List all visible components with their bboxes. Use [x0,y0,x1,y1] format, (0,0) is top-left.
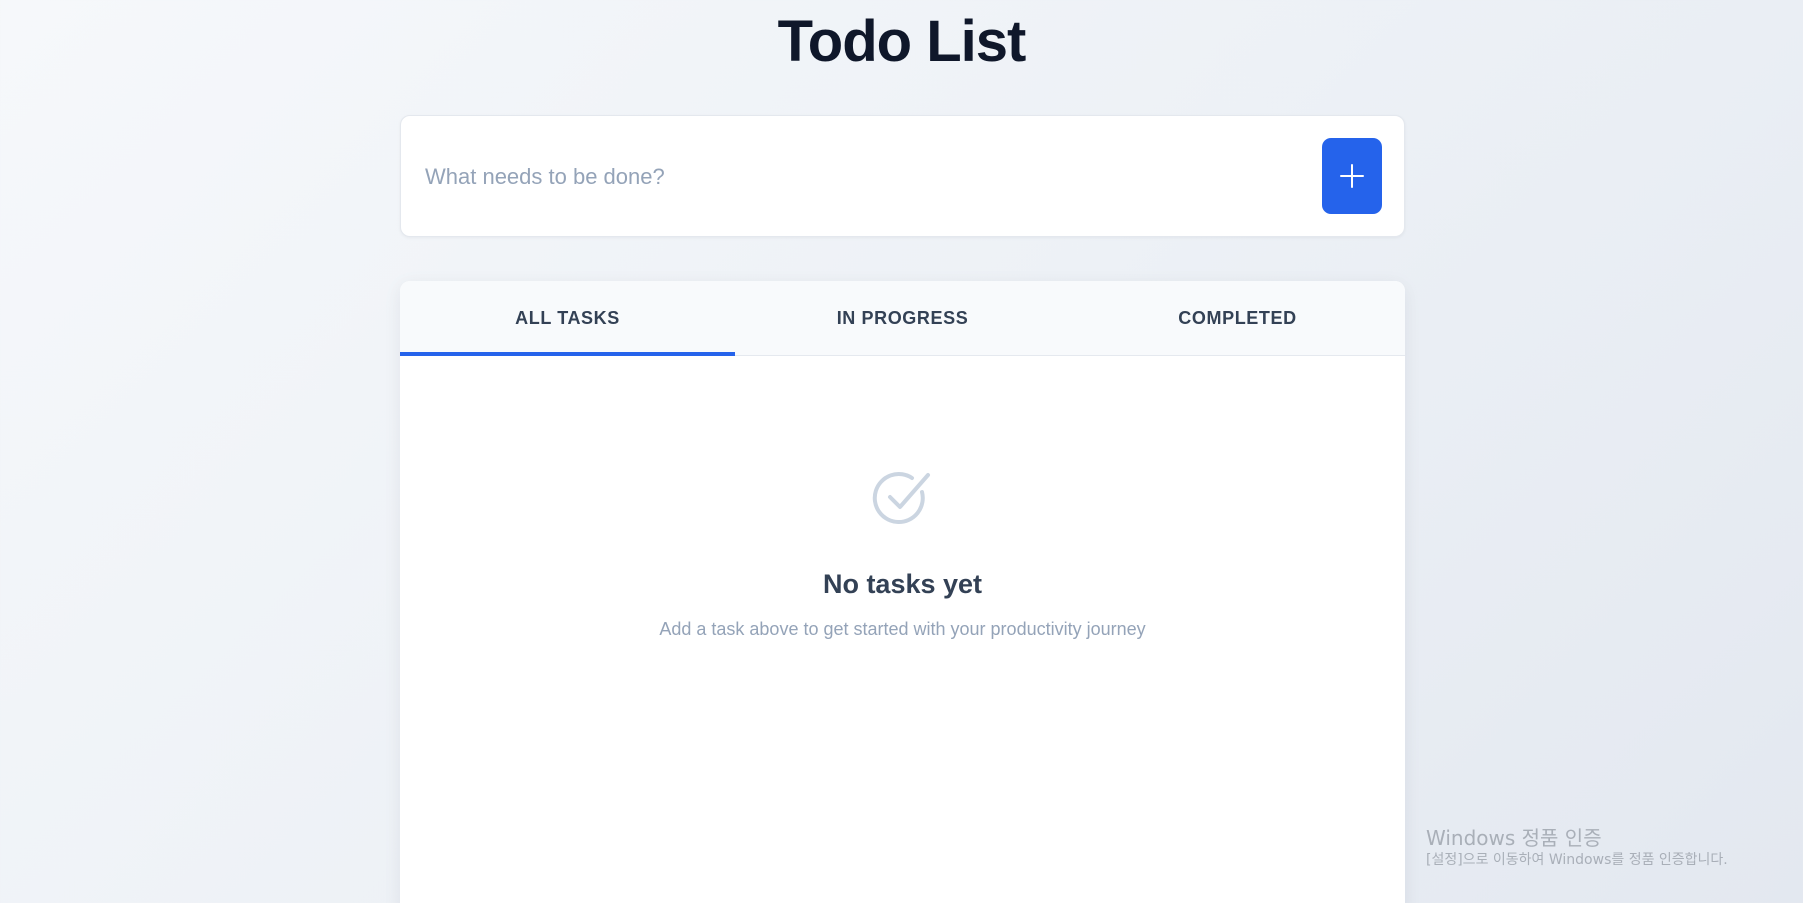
windows-activation-watermark: Windows 정품 인증 [설정]으로 이동하여 Windows를 정품 인증… [1426,826,1728,870]
tab-in-progress[interactable]: IN PROGRESS [735,281,1070,355]
empty-state-subtitle: Add a task above to get started with you… [659,619,1146,639]
empty-state-title: No tasks yet [822,569,983,599]
page-title: Todo List [777,9,1027,74]
tab-bar: ALL TASKS IN PROGRESS COMPLETED [400,281,1405,356]
tab-all-tasks[interactable]: ALL TASKS [400,281,735,356]
task-input[interactable] [423,146,1307,208]
check-circle-icon [872,472,930,525]
tab-completed[interactable]: COMPLETED [1070,281,1405,355]
add-task-button[interactable] [1322,138,1382,214]
tasks-panel: ALL TASKS IN PROGRESS COMPLETED No tasks… [400,281,1405,903]
plus-icon [1340,164,1364,188]
add-task-card [400,115,1405,237]
watermark-title: Windows 정품 인증 [1426,826,1602,850]
watermark-subtitle: [설정]으로 이동하여 Windows를 정품 인증합니다. [1426,852,1728,868]
